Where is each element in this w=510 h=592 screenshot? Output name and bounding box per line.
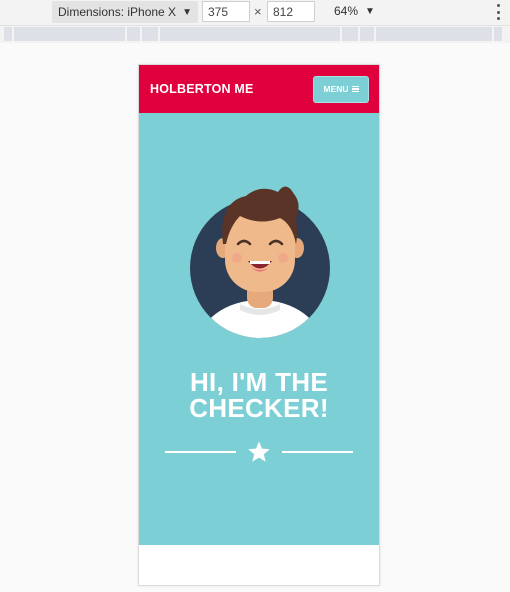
media-query-divider	[140, 27, 142, 41]
device-select-label: Dimensions: iPhone X	[58, 5, 177, 19]
media-query-divider	[125, 27, 127, 41]
caret-down-icon: ▼	[182, 6, 192, 18]
media-query-bar	[0, 27, 510, 42]
caret-down-icon: ▼	[365, 5, 375, 17]
device-select[interactable]: Dimensions: iPhone X ▼	[52, 1, 198, 23]
hero-title-line-2: CHECKER!	[189, 393, 329, 423]
media-query-divider	[374, 27, 376, 41]
avatar	[190, 186, 330, 338]
media-query-divider	[340, 27, 342, 41]
divider-line-left	[165, 451, 236, 453]
divider-line-right	[282, 451, 353, 453]
devtools-toolbar: Dimensions: iPhone X ▼ 375 × 812 64% ▼	[0, 0, 510, 26]
times-symbol: ×	[254, 4, 262, 19]
media-query-divider	[158, 27, 160, 41]
hamburger-icon	[351, 86, 359, 92]
hero-title: HI, I'M THE CHECKER!	[139, 369, 379, 421]
hero-section: HI, I'M THE CHECKER!	[139, 113, 379, 545]
media-query-divider	[492, 27, 494, 41]
media-query-divider	[12, 27, 14, 41]
height-input[interactable]: 812	[267, 1, 315, 22]
site-header: HOLBERTON ME MENU	[139, 65, 379, 113]
hero-title-line-1: HI, I'M THE	[189, 367, 329, 397]
media-query-track[interactable]	[4, 27, 502, 41]
zoom-select[interactable]: 64% ▼	[334, 4, 375, 18]
media-query-divider	[358, 27, 360, 41]
width-input[interactable]: 375	[202, 1, 250, 22]
zoom-label: 64%	[334, 4, 359, 18]
menu-button-label: MENU	[323, 84, 349, 94]
page-content-below-hero	[139, 545, 379, 585]
star-divider	[165, 440, 353, 464]
kebab-icon[interactable]	[494, 4, 502, 20]
device-viewport: HOLBERTON ME MENU HI, I'M THE CHECKER!	[138, 64, 380, 586]
star-icon	[248, 441, 270, 462]
brand-logo[interactable]: HOLBERTON ME	[150, 82, 254, 96]
menu-button[interactable]: MENU	[313, 75, 369, 103]
